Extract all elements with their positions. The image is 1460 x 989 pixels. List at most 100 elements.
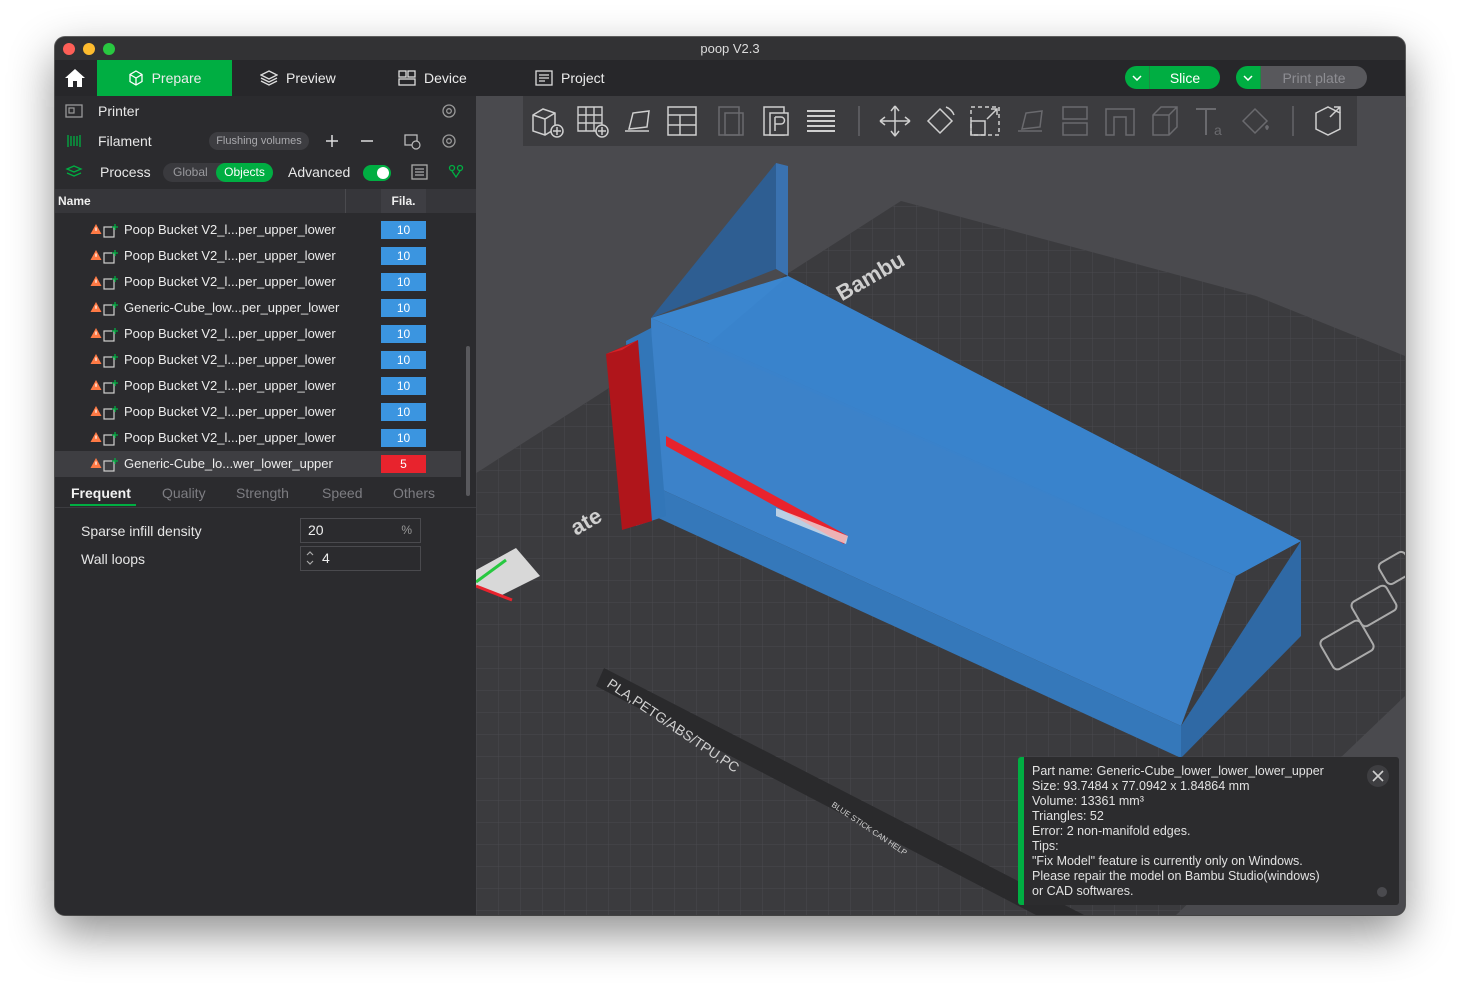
compare-icon[interactable] — [448, 164, 464, 180]
remove-filament-icon[interactable] — [360, 134, 374, 148]
list-item[interactable]: Poop Bucket V2_l...per_upper_lower 10 — [55, 347, 461, 373]
filament-badge[interactable]: 10 — [381, 273, 426, 291]
wall-loops-value: 4 — [322, 550, 330, 566]
list-icon[interactable] — [411, 164, 428, 180]
add-object-icon[interactable] — [529, 103, 565, 139]
warning-icon[interactable] — [90, 457, 102, 469]
tab-prepare[interactable]: Prepare — [97, 60, 232, 96]
list-item[interactable]: Generic-Cube_lo...wer_lower_upper 5 — [55, 451, 461, 477]
filament-badge[interactable]: 5 — [381, 455, 426, 473]
split-objects-icon[interactable] — [713, 103, 749, 139]
filament-badge[interactable]: 10 — [381, 325, 426, 343]
layers-editing-icon[interactable] — [803, 103, 839, 139]
column-divider — [345, 189, 346, 213]
print-plate-button[interactable]: Print plate — [1261, 66, 1367, 89]
sparse-infill-value: 20 — [308, 522, 324, 538]
warning-icon[interactable] — [90, 379, 102, 391]
list-item[interactable]: Poop Bucket V2_l...per_upper_lower 10 — [55, 269, 461, 295]
filament-badge[interactable]: 10 — [381, 247, 426, 265]
object-part-icon — [103, 328, 118, 342]
left-panel: Printer Filament Flushing volumes Proces… — [55, 96, 476, 915]
arrange-icon[interactable] — [664, 103, 700, 139]
objects-option[interactable]: Objects — [216, 163, 273, 182]
tab-device[interactable]: Device — [398, 60, 467, 96]
stepper-arrows-icon[interactable] — [305, 549, 315, 567]
tab-others[interactable]: Others — [393, 485, 435, 501]
warning-icon[interactable] — [90, 405, 102, 417]
filament-badge[interactable]: 10 — [381, 429, 426, 447]
lay-on-face-icon[interactable] — [1012, 103, 1048, 139]
warning-icon[interactable] — [90, 249, 102, 261]
printer-row[interactable]: Printer — [55, 96, 476, 126]
advanced-toggle[interactable] — [363, 165, 391, 181]
home-icon[interactable] — [63, 66, 87, 90]
ams-sync-icon[interactable] — [403, 132, 421, 150]
object-part-icon — [103, 224, 118, 238]
flushing-volumes-button[interactable]: Flushing volumes — [209, 132, 309, 150]
sparse-infill-input[interactable]: 20 % — [300, 518, 421, 543]
list-item[interactable]: Poop Bucket V2_l...per_upper_lower 10 — [55, 217, 461, 243]
warning-icon[interactable] — [90, 223, 102, 235]
rotate-icon[interactable] — [922, 103, 958, 139]
info-tips: Tips: — [1032, 839, 1059, 853]
cut-icon[interactable] — [1057, 103, 1093, 139]
print-dropdown-button[interactable] — [1236, 66, 1261, 89]
list-item[interactable]: Poop Bucket V2_l...per_upper_lower 10 — [55, 321, 461, 347]
move-icon[interactable] — [877, 103, 913, 139]
gear-icon[interactable] — [441, 133, 457, 149]
warning-icon[interactable] — [90, 275, 102, 287]
list-item[interactable]: Poop Bucket V2_l...per_upper_lower 10 — [55, 243, 461, 269]
list-item[interactable]: Poop Bucket V2_l...per_upper_lower 10 — [55, 399, 461, 425]
info-tip-3: or CAD softwares. — [1032, 884, 1134, 898]
toolbar-separator — [1292, 106, 1294, 136]
assembly-view-icon[interactable] — [1310, 103, 1346, 139]
tab-speed[interactable]: Speed — [322, 485, 362, 501]
tab-quality[interactable]: Quality — [162, 485, 206, 501]
object-table-header: Name Fila. — [55, 189, 476, 213]
list-item[interactable]: Poop Bucket V2_l...per_upper_lower 10 — [55, 373, 461, 399]
seam-painting-icon[interactable] — [1147, 103, 1183, 139]
3d-viewport[interactable]: Bambu PLA,PETG/ABS/TPU,PC ate BLUE STICK… — [476, 96, 1405, 915]
object-part-icon — [103, 458, 118, 472]
name-column-header[interactable]: Name — [58, 194, 91, 208]
warning-icon[interactable] — [90, 301, 102, 313]
filament-badge[interactable]: 10 — [381, 403, 426, 421]
support-painting-icon[interactable] — [1102, 103, 1138, 139]
warning-icon[interactable] — [90, 431, 102, 443]
gear-icon[interactable] — [441, 103, 457, 119]
add-filament-icon[interactable] — [325, 134, 339, 148]
info-collapse-icon[interactable] — [1377, 887, 1387, 897]
wall-loops-label: Wall loops — [81, 551, 146, 567]
chevron-down-icon — [1132, 74, 1142, 81]
list-item[interactable]: Poop Bucket V2_l...per_upper_lower 10 — [55, 425, 461, 451]
tab-preview[interactable]: Preview — [260, 60, 336, 96]
info-volume: Volume: 13361 mm³ — [1032, 794, 1144, 808]
slice-button[interactable]: Slice — [1150, 66, 1220, 89]
filament-badge[interactable]: 10 — [381, 351, 426, 369]
info-close-button[interactable] — [1367, 765, 1389, 787]
color-painting-icon[interactable] — [1237, 103, 1273, 139]
split-parts-icon[interactable] — [758, 103, 794, 139]
tab-frequent[interactable]: Frequent — [71, 485, 131, 501]
advanced-label: Advanced — [288, 164, 351, 180]
filament-badge[interactable]: 10 — [381, 299, 426, 317]
object-list-scrollbar[interactable] — [466, 346, 470, 496]
warning-icon[interactable] — [90, 353, 102, 365]
text-icon[interactable]: a — [1192, 103, 1228, 139]
add-plate-icon[interactable] — [574, 103, 610, 139]
fila-column-header[interactable]: Fila. — [381, 189, 426, 213]
scale-icon[interactable] — [967, 103, 1003, 139]
warning-icon[interactable] — [90, 327, 102, 339]
list-item[interactable]: Generic-Cube_low...per_upper_lower 10 — [55, 295, 461, 321]
filament-badge[interactable]: 10 — [381, 377, 426, 395]
global-objects-switch[interactable]: Global Objects — [163, 163, 273, 182]
tab-strength[interactable]: Strength — [236, 485, 289, 501]
filament-badge[interactable]: 10 — [381, 221, 426, 239]
slice-dropdown-button[interactable] — [1125, 66, 1150, 89]
tab-project[interactable]: Project — [535, 60, 605, 96]
project-icon — [535, 70, 553, 86]
auto-orient-icon[interactable] — [619, 103, 655, 139]
wall-loops-stepper[interactable]: 4 — [300, 546, 421, 571]
global-option[interactable]: Global — [173, 165, 208, 179]
tab-preview-label: Preview — [286, 70, 336, 86]
